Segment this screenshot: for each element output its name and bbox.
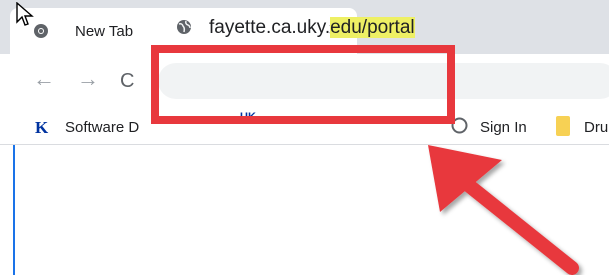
uk-logo-icon: K [35, 118, 49, 137]
chrome-icon [34, 24, 48, 38]
url-domain: fayette.ca.uky. [209, 17, 331, 38]
back-button[interactable]: ← [33, 68, 55, 90]
bookmark-software[interactable]: Software D [65, 119, 139, 136]
annotation-arrow-icon [428, 145, 579, 275]
annotation-box [151, 45, 455, 124]
globe-icon [177, 20, 191, 34]
cursor-icon [16, 2, 34, 26]
window-edge [13, 145, 15, 275]
url-text[interactable]: fayette.ca.uky.edu/portal [209, 17, 415, 39]
bookmark-drive[interactable]: Dru [584, 119, 608, 136]
reload-button[interactable]: C [120, 70, 134, 92]
tab-title: New Tab [75, 23, 134, 40]
forward-button[interactable]: → [77, 68, 99, 90]
bookmark-sign-in[interactable]: Sign In [480, 119, 527, 136]
folder-icon [556, 116, 570, 136]
url-highlighted-path: edu/portal [330, 17, 415, 38]
